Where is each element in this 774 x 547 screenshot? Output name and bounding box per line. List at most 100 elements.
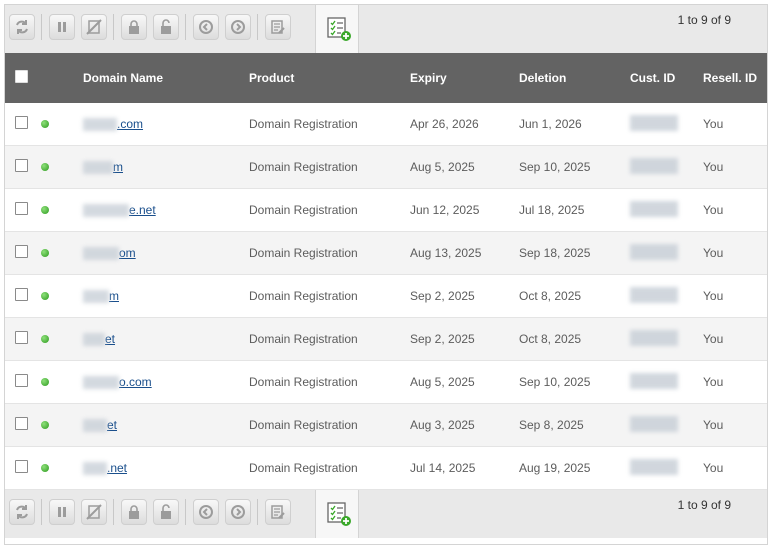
redacted-text bbox=[83, 419, 107, 433]
expiry-cell: Aug 13, 2025 bbox=[410, 231, 519, 275]
add-domain-button[interactable] bbox=[315, 490, 359, 538]
column-deletion[interactable]: Deletion bbox=[519, 53, 630, 103]
redacted-text bbox=[630, 286, 678, 303]
pause-icon bbox=[58, 22, 66, 32]
domain-name-link[interactable]: e.net bbox=[129, 203, 156, 217]
row-checkbox[interactable] bbox=[15, 202, 28, 215]
domain-name-link[interactable]: et bbox=[105, 332, 115, 346]
domain-list-panel: 1 to 9 of 9 Domain Name Product Expiry D… bbox=[4, 4, 768, 545]
transfer-in-button[interactable] bbox=[193, 499, 219, 525]
unlock-icon bbox=[161, 19, 171, 34]
column-product[interactable]: Product bbox=[249, 53, 410, 103]
product-cell: Domain Registration bbox=[249, 360, 410, 404]
domain-name-link[interactable]: m bbox=[109, 289, 119, 303]
select-all-cell[interactable] bbox=[5, 53, 41, 103]
column-expiry[interactable]: Expiry bbox=[410, 53, 519, 103]
redacted-text bbox=[83, 290, 109, 304]
status-active-icon bbox=[41, 292, 49, 300]
redacted-text bbox=[83, 462, 107, 476]
table-row[interactable]: et Domain Registration Sep 2, 2025 Oct 8, 2… bbox=[5, 317, 767, 361]
suspend-button[interactable] bbox=[49, 14, 75, 40]
column-cust-id[interactable]: Cust. ID bbox=[630, 53, 703, 103]
column-resell-id[interactable]: Resell. ID bbox=[703, 53, 767, 103]
cust-id-cell bbox=[630, 188, 703, 232]
redacted-text bbox=[630, 200, 678, 217]
toolbar-separator bbox=[41, 14, 42, 40]
pause-icon bbox=[58, 507, 66, 517]
redacted-text bbox=[83, 333, 105, 347]
row-checkbox[interactable] bbox=[15, 245, 28, 258]
delete-button[interactable] bbox=[81, 499, 107, 525]
redacted-text bbox=[630, 415, 678, 432]
unlock-button[interactable] bbox=[153, 14, 179, 40]
redacted-text bbox=[83, 118, 117, 132]
domain-name-link[interactable]: .net bbox=[107, 461, 127, 475]
resell-id-cell: You bbox=[703, 446, 767, 490]
edit-details-button[interactable] bbox=[265, 14, 291, 40]
table-row[interactable]: .com Domain Registration Apr 26, 2026 Jun 1… bbox=[5, 103, 767, 146]
unlock-button[interactable] bbox=[153, 499, 179, 525]
domain-name-link[interactable]: m bbox=[113, 160, 123, 174]
cust-id-cell bbox=[630, 360, 703, 404]
table-row[interactable]: om Domain Registration Aug 13, 2025 Sep 18,… bbox=[5, 231, 767, 275]
edit-details-button[interactable] bbox=[265, 499, 291, 525]
row-checkbox[interactable] bbox=[15, 159, 28, 172]
deletion-cell: Jun 1, 2026 bbox=[519, 103, 630, 146]
refresh-icon bbox=[16, 20, 28, 34]
row-checkbox[interactable] bbox=[15, 417, 28, 430]
add-domain-button[interactable] bbox=[315, 5, 359, 53]
lock-button[interactable] bbox=[121, 499, 147, 525]
add-list-icon bbox=[327, 17, 351, 41]
toolbar-separator bbox=[257, 499, 258, 525]
domain-name-link[interactable]: o.com bbox=[119, 375, 152, 389]
cust-id-cell bbox=[630, 103, 703, 146]
table-row[interactable]: et Domain Registration Aug 3, 2025 Sep 8, 2… bbox=[5, 403, 767, 447]
table-row[interactable]: m Domain Registration Sep 2, 2025 Oct 8, 20… bbox=[5, 274, 767, 318]
deletion-cell: Sep 10, 2025 bbox=[519, 145, 630, 189]
toolbar-separator bbox=[113, 14, 114, 40]
resell-id-cell: You bbox=[703, 188, 767, 232]
toolbar-separator bbox=[185, 499, 186, 525]
status-active-icon bbox=[41, 120, 49, 128]
cust-id-cell bbox=[630, 145, 703, 189]
table-row[interactable]: m Domain Registration Aug 5, 2025 Sep 10, 2… bbox=[5, 145, 767, 189]
deletion-cell: Oct 8, 2025 bbox=[519, 317, 630, 361]
domain-name-link[interactable]: om bbox=[119, 246, 136, 260]
redacted-text bbox=[630, 329, 678, 346]
status-active-icon bbox=[41, 206, 49, 214]
product-cell: Domain Registration bbox=[249, 188, 410, 232]
toolbar-separator bbox=[41, 499, 42, 525]
row-checkbox[interactable] bbox=[15, 374, 28, 387]
row-checkbox[interactable] bbox=[15, 116, 28, 129]
refresh-button[interactable] bbox=[9, 14, 35, 40]
row-checkbox[interactable] bbox=[15, 460, 28, 473]
redacted-text bbox=[630, 157, 678, 174]
domain-name-link[interactable]: et bbox=[107, 418, 117, 432]
transfer-out-button[interactable] bbox=[225, 499, 251, 525]
table-row[interactable]: o.com Domain Registration Aug 5, 2025 Sep 1… bbox=[5, 360, 767, 404]
redacted-text bbox=[83, 247, 119, 261]
suspend-button[interactable] bbox=[49, 499, 75, 525]
row-checkbox[interactable] bbox=[15, 288, 28, 301]
refresh-button[interactable] bbox=[9, 499, 35, 525]
row-checkbox[interactable] bbox=[15, 331, 28, 344]
redacted-text bbox=[630, 114, 678, 131]
select-all-checkbox[interactable] bbox=[15, 70, 28, 83]
status-active-icon bbox=[41, 378, 49, 386]
cancel-icon bbox=[86, 504, 102, 520]
product-cell: Domain Registration bbox=[249, 274, 410, 318]
column-domain-name[interactable]: Domain Name bbox=[83, 53, 249, 103]
lock-button[interactable] bbox=[121, 14, 147, 40]
table-row[interactable]: e.net Domain Registration Jun 12, 2025 Jul … bbox=[5, 188, 767, 232]
transfer-out-button[interactable] bbox=[225, 14, 251, 40]
toolbar-separator bbox=[257, 14, 258, 40]
edit-list-icon bbox=[271, 505, 285, 519]
delete-button[interactable] bbox=[81, 14, 107, 40]
domains-table: Domain Name Product Expiry Deletion Cust… bbox=[5, 53, 767, 490]
resell-id-cell: You bbox=[703, 360, 767, 404]
table-row[interactable]: .net Domain Registration Jul 14, 2025 Aug 1… bbox=[5, 446, 767, 490]
status-active-icon bbox=[41, 335, 49, 343]
domain-name-link[interactable]: .com bbox=[117, 117, 143, 131]
transfer-in-button[interactable] bbox=[193, 14, 219, 40]
lock-icon bbox=[129, 505, 139, 519]
